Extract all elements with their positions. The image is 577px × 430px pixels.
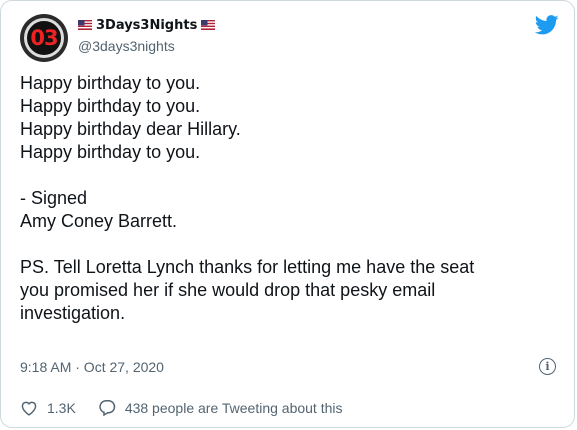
author-handle[interactable]: @3days3nights: [78, 38, 215, 54]
tweet-line: Happy birthday to you.: [20, 96, 201, 116]
author-display-name[interactable]: 3Days3Nights: [96, 18, 197, 33]
avatar[interactable]: 03: [20, 14, 68, 62]
like-count: 1.3K: [47, 399, 76, 416]
tweet-line: Amy Coney Barrett.: [20, 211, 178, 231]
tweet-line: PS. Tell Loretta Lynch thanks for lettin…: [20, 257, 475, 277]
tweet-line-break: [20, 233, 560, 256]
tweet-line: investigation.: [20, 303, 126, 323]
conversation-text: 438 people are Tweeting about this: [124, 399, 343, 416]
tweet-line: you promised her if she would drop that …: [20, 280, 436, 300]
tweet-card[interactable]: 03 3Days3Nights @3days3nights Happy birt…: [0, 0, 575, 428]
tweet-line: Happy birthday to you.: [20, 142, 201, 162]
tweet-line: - Signed: [20, 188, 88, 208]
us-flag-icon: [201, 20, 216, 30]
info-icon[interactable]: i: [539, 358, 556, 375]
conversation-button[interactable]: 438 people are Tweeting about this: [98, 399, 343, 416]
tweet-timestamp[interactable]: 9:18 AM · Oct 27, 2020: [20, 359, 164, 375]
twitter-bird-icon[interactable]: [535, 15, 559, 35]
us-flag-icon: [78, 20, 92, 30]
avatar-badge: 03: [24, 18, 64, 58]
tweet-line: Happy birthday dear Hillary.: [20, 119, 241, 139]
avatar-logo-text: 03: [30, 26, 58, 50]
tweet-actions: 1.3K 438 people are Tweeting about this: [20, 399, 343, 416]
heart-icon: [21, 401, 37, 416]
tweet-line: Happy birthday to you.: [20, 73, 201, 93]
tweet-line-break: [20, 164, 560, 187]
like-button[interactable]: 1.3K: [20, 400, 76, 416]
tweet-text: Happy birthday to you. Happy birthday to…: [20, 72, 560, 325]
author-name-row[interactable]: 3Days3Nights: [78, 15, 216, 35]
speech-bubble-icon: [99, 400, 116, 416]
author-block[interactable]: 3Days3Nights @3days3nights: [78, 15, 216, 54]
